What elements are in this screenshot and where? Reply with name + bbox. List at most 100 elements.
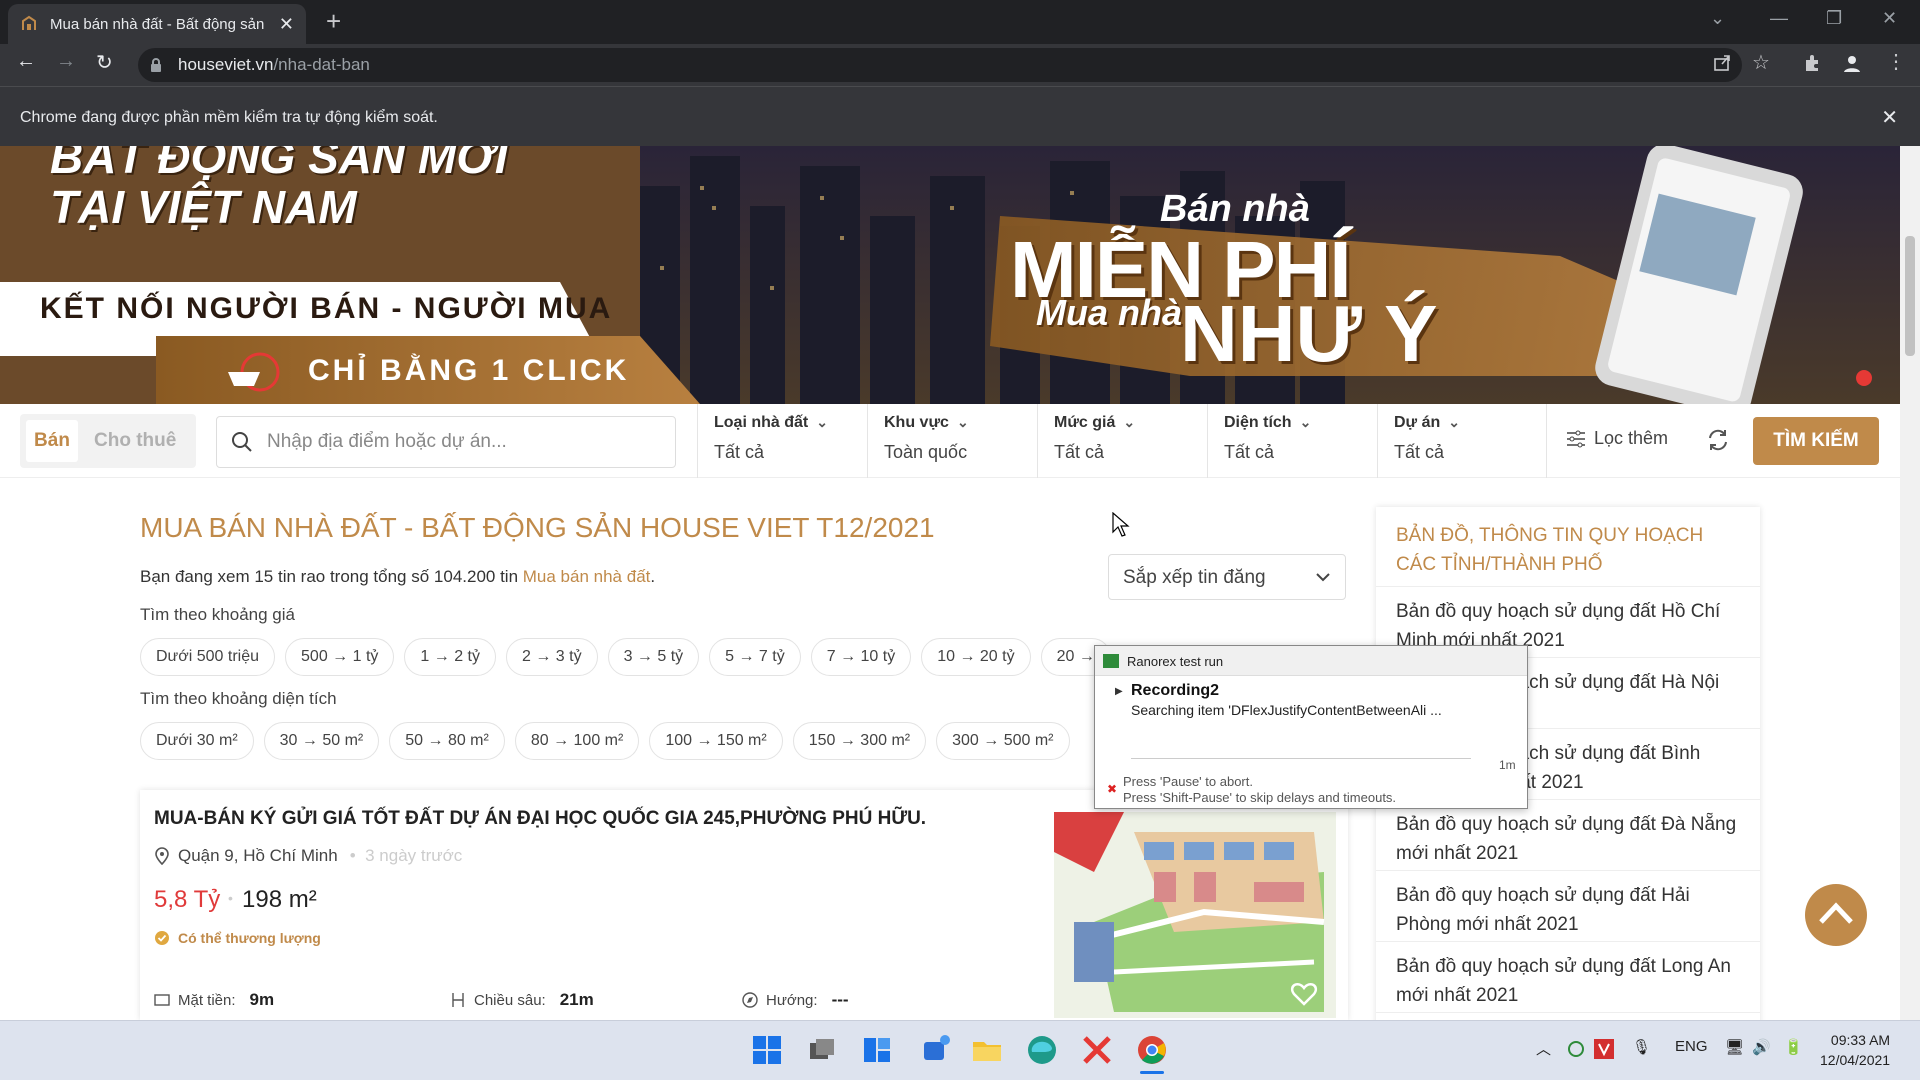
forward-icon[interactable]: → [56,50,76,73]
listing-price: 5,8 Tỷ [154,886,221,913]
banner-click-text: CHỈ BẰNG 1 CLICK [308,354,630,387]
back-icon[interactable]: ← [16,50,36,73]
area-chip[interactable]: 300 → 500 m² [936,722,1070,760]
filter-price[interactable]: Mức giá ⌄ Tất cả [1037,404,1207,478]
area-range-label: Tìm theo khoảng diện tích [140,689,337,708]
more-filters-label: Lọc thêm [1594,428,1669,448]
search-placeholder: Nhập địa điểm hoặc dự án... [267,431,507,452]
price-chip[interactable]: 7 → 10 tỷ [810,638,912,676]
filter-value: Tất cả [1394,442,1445,462]
tray-v-icon[interactable] [1594,1039,1614,1059]
reload-icon[interactable]: ↻ [96,50,113,75]
search-button[interactable]: TÌM KIẾM [1753,417,1879,465]
sort-select[interactable]: Sắp xếp tin đăng [1108,554,1346,600]
frontage-icon [154,994,170,1006]
tray-overflow-icon[interactable]: ︿ [1536,1038,1551,1059]
task-view-icon[interactable] [806,1034,838,1066]
url-text: houseviet.vn/nha-dat-ban [178,55,370,74]
teams-chat-icon[interactable] [920,1034,952,1066]
banner-line2: TẠI VIỆT NAM [50,181,357,233]
sidebar-link[interactable]: Bản đồ quy hoạch sử dụng đất Hải Phòng m… [1376,871,1760,942]
area-chip[interactable]: Dưới 30 m² [140,722,254,760]
spec-direction: Hướng: --- [742,990,849,1010]
network-icon[interactable]: 🖥 [1725,1038,1744,1056]
search-input[interactable]: Nhập địa điểm hoặc dự án... [216,416,676,468]
input-language[interactable]: ENG [1675,1038,1708,1055]
listing-thumbnail[interactable] [1054,812,1336,1018]
summary-link[interactable]: Mua bán nhà đất [523,567,651,586]
scrollbar-thumb[interactable] [1905,236,1915,356]
share-icon[interactable] [1712,53,1732,73]
tab-search-icon[interactable]: ⌄ [1710,8,1725,29]
reset-icon[interactable] [1706,428,1730,452]
price-chip[interactable]: Dưới 500 triệu [140,638,276,676]
price-chip[interactable]: 1 → 2 tỷ [404,638,496,676]
edge-icon[interactable] [1026,1034,1058,1066]
bookmark-star-icon[interactable]: ☆ [1752,50,1770,75]
battery-icon[interactable]: 🔋 [1784,1038,1803,1056]
area-chip[interactable]: 80 → 100 m² [514,722,640,760]
clock-date: 12/04/2021 [1820,1052,1891,1068]
widgets-icon[interactable] [861,1034,893,1066]
filter-area[interactable]: Diện tích ⌄ Tất cả [1207,404,1377,478]
tray-app-icon[interactable] [1567,1040,1585,1058]
filter-project[interactable]: Dự án ⌄ Tất cả [1377,404,1547,478]
price-chip[interactable]: 3 → 5 tỷ [607,638,700,676]
area-chip[interactable]: 150 → 300 m² [792,722,927,760]
tab-close-icon[interactable]: ✕ [279,14,294,34]
progress-bar [1131,758,1471,759]
filter-region[interactable]: Khu vực ⌄ Toàn quốc [867,404,1037,478]
microphone-icon[interactable]: 🎙 [1632,1038,1651,1056]
tab-rent[interactable]: Cho thuê [94,420,176,462]
spec-depth: Chiều sâu: 21m [450,990,594,1010]
area-chip[interactable]: 50 → 80 m² [389,722,505,760]
filter-value: Tất cả [714,442,765,462]
result-summary: Bạn đang xem 15 tin rao trong tổng số 10… [140,567,656,586]
sidebar-link[interactable]: Bản đồ quy hoạch sử dụng đất Long An mới… [1376,942,1760,1013]
listing-title[interactable]: MUA-BÁN KÝ GỬI GIÁ TỐT ĐẤT DỰ ÁN ĐẠI HỌC… [154,808,926,830]
browser-tab[interactable]: Mua bán nhà đất - Bất động sản ✕ [8,4,306,44]
expand-triangle-icon[interactable]: ▶ [1115,686,1123,697]
window-close-icon[interactable]: ✕ [1882,8,1897,29]
restore-icon[interactable]: ❐ [1826,8,1842,29]
chevron-down-icon: ⌄ [816,414,828,430]
menu-icon[interactable]: ⋮ [1886,49,1906,74]
system-clock[interactable]: 09:33 AM 12/04/2021 [1820,1030,1890,1070]
page-scrollbar[interactable] [1900,146,1920,1020]
tab-title: Mua bán nhà đất - Bất động sản [50,15,265,33]
hero-banner[interactable]: BẤT ĐỘNG SẢN MỚI TẠI VIỆT NAM KẾT NỐI NG… [0,146,1900,404]
banner-mua-nha: Mua nhà [1036,292,1183,333]
more-filters-button[interactable]: Lọc thêm [1566,428,1668,449]
ranorex-play-icon [1103,654,1119,668]
profile-icon[interactable] [1842,53,1862,73]
windows-start-icon[interactable] [751,1034,783,1066]
filter-property-type[interactable]: Loại nhà đất ⌄ Tất cả [697,404,867,478]
area-chip[interactable]: 30 → 50 m² [263,722,380,760]
banner-nhu-y: NHƯ Ý [1180,289,1438,378]
infobar-close-icon[interactable]: ✕ [1881,105,1898,130]
new-tab-icon[interactable]: + [326,8,341,34]
file-explorer-icon[interactable] [971,1034,1003,1066]
chrome-icon[interactable] [1136,1034,1168,1066]
check-circle-icon [155,931,169,945]
tab-sell[interactable]: Bán [26,420,78,462]
price-chip[interactable]: 5 → 7 tỷ [709,638,801,676]
price-chip[interactable]: 2 → 3 tỷ [505,638,598,676]
back-to-top-button[interactable] [1805,884,1867,946]
price-chip[interactable]: 10 → 20 tỷ [921,638,1031,676]
price-range-chips: Dưới 500 triệu 500 → 1 tỷ 1 → 2 tỷ 2 → 3… [140,638,1121,676]
volume-icon[interactable]: 🔊 [1752,1038,1771,1056]
minimize-icon[interactable]: — [1770,8,1788,29]
abort-icon[interactable]: ✖ [1107,782,1117,796]
extensions-icon[interactable] [1802,53,1822,73]
ranorex-icon[interactable] [1081,1034,1113,1066]
listing-card[interactable]: MUA-BÁN KÝ GỬI GIÁ TỐT ĐẤT DỰ ÁN ĐẠI HỌC… [140,790,1348,1020]
price-chip[interactable]: 500 → 1 tỷ [285,638,395,676]
chevron-down-icon: ⌄ [1448,414,1460,430]
area-chip[interactable]: 100 → 150 m² [649,722,783,760]
ranorex-titlebar[interactable]: Ranorex test run [1095,646,1527,676]
depth-icon [452,993,464,1007]
ranorex-test-run-window[interactable]: Ranorex test run ▶ Recording2 Searching … [1094,645,1528,809]
address-bar[interactable]: houseviet.vn/nha-dat-ban [138,48,1742,82]
sidebar-link[interactable]: Bản đồ quy hoạch sử dụng đất Đà Nẵng mới… [1376,800,1760,871]
